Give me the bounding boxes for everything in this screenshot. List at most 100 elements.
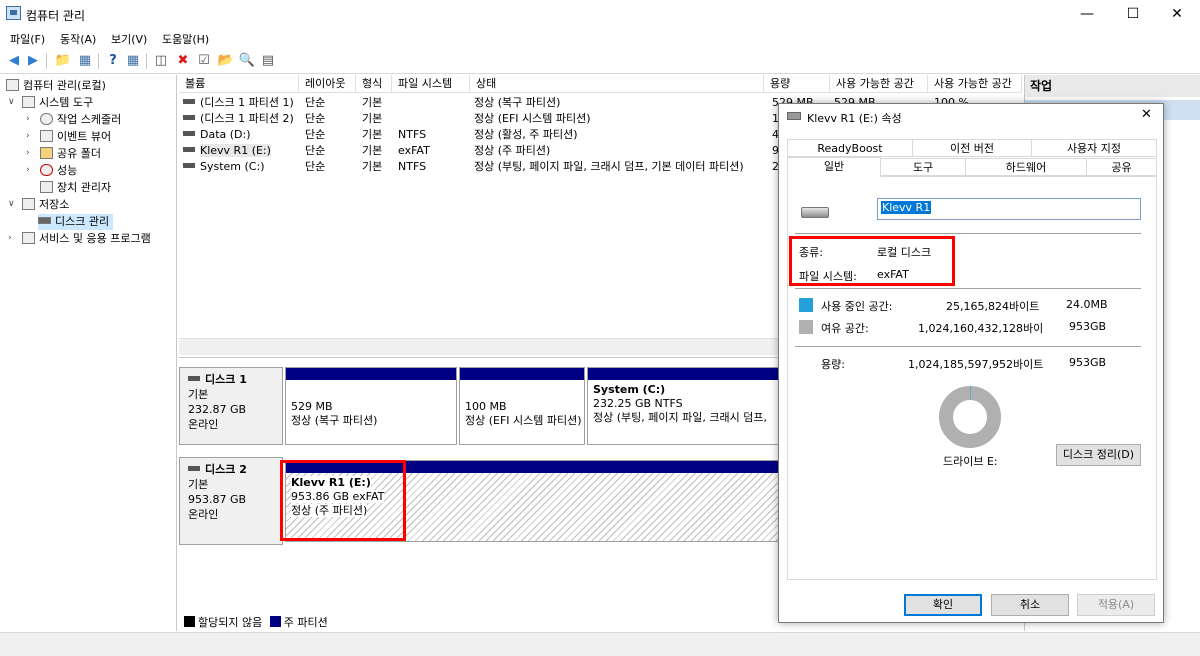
menu-view[interactable]: 보기(V) xyxy=(111,31,147,47)
tree-item-storage[interactable]: 저장소 xyxy=(22,197,69,213)
tab-readyboost[interactable]: ReadyBoost xyxy=(787,139,913,157)
properties-icon[interactable]: ▤ xyxy=(259,52,277,70)
show-action-pane-icon[interactable]: ▦ xyxy=(124,52,142,70)
menu-help[interactable]: 도움말(H) xyxy=(162,31,209,47)
column-volume[interactable]: 볼륨 xyxy=(179,75,299,93)
capacity-bytes: 1,024,185,597,952바이트 xyxy=(908,358,1044,371)
disk-1-label[interactable]: 디스크 1 기본 232.87 GB 온라인 xyxy=(179,367,283,445)
maximize-button[interactable]: ☐ xyxy=(1110,0,1156,28)
volume-name-input[interactable]: Klevv R1 xyxy=(877,198,1141,220)
tab-sharing[interactable]: 공유 xyxy=(1086,158,1157,176)
expand-icon[interactable]: › xyxy=(26,114,30,124)
device-manager-icon xyxy=(40,181,53,193)
column-status[interactable]: 상태 xyxy=(470,75,764,93)
disk-1-size: 232.87 GB xyxy=(188,403,247,416)
tab-tools[interactable]: 도구 xyxy=(880,158,966,176)
cancel-button[interactable]: 취소 xyxy=(991,594,1069,616)
drive-icon xyxy=(787,112,801,120)
partition-efi[interactable]: 100 MB 정상 (EFI 시스템 파티션) xyxy=(459,367,585,445)
column-free-percent[interactable]: 사용 가능한 공간 xyxy=(928,75,1022,93)
cell-layout: 단순 xyxy=(305,144,326,157)
volume-icon xyxy=(183,131,195,136)
used-space-size: 24.0MB xyxy=(1066,298,1108,311)
tree-item-root[interactable]: 컴퓨터 관리(로컬) xyxy=(6,78,106,94)
tree-item-services[interactable]: 서비스 및 응용 프로그램 xyxy=(22,231,151,247)
close-button[interactable]: ✕ xyxy=(1154,0,1200,28)
menu-bar: 파일(F) 동작(A) 보기(V) 도움말(H) xyxy=(0,28,1200,48)
disk-2-size: 953.87 GB xyxy=(188,493,247,506)
console-tree-icon[interactable]: ▦ xyxy=(76,52,94,70)
tree-item-device-manager[interactable]: 장치 관리자 xyxy=(40,180,111,196)
forward-arrow-icon[interactable]: ▶ xyxy=(24,52,42,70)
cell-layout: 단순 xyxy=(305,128,326,141)
check-icon[interactable]: ☑ xyxy=(195,52,213,70)
properties-dialog: Klevv R1 (E:) 속성 ✕ ReadyBoost 이전 버전 사용자 … xyxy=(778,103,1164,623)
computer-management-icon xyxy=(6,6,21,20)
cell-type: 기본 xyxy=(362,128,383,141)
tab-hardware[interactable]: 하드웨어 xyxy=(965,158,1087,176)
disk-2-kind: 기본 xyxy=(188,478,209,491)
help-icon[interactable]: ? xyxy=(104,52,122,70)
collapse-icon[interactable]: ∨ xyxy=(8,199,15,209)
column-free-space[interactable]: 사용 가능한 공간 xyxy=(830,75,928,93)
menu-action[interactable]: 동작(A) xyxy=(60,31,96,47)
capacity-size: 953GB xyxy=(1069,356,1107,369)
tree-item-shared-folders[interactable]: 공유 폴더 xyxy=(40,146,101,162)
apply-button[interactable]: 적용(A) xyxy=(1077,594,1155,616)
connect-icon[interactable]: ◫ xyxy=(152,52,170,70)
legend-primary: 주 파티션 xyxy=(283,616,328,629)
shared-folder-icon xyxy=(40,147,53,159)
column-layout[interactable]: 레이아웃 xyxy=(299,75,356,93)
tab-customize[interactable]: 사용자 지정 xyxy=(1031,139,1157,157)
navigation-tree: 컴퓨터 관리(로컬) ∨ 시스템 도구 › 작업 스케줄러 › 이벤트 뷰어 ›… xyxy=(0,75,177,631)
minimize-button[interactable]: — xyxy=(1064,0,1110,28)
tree-item-system-tools[interactable]: 시스템 도구 xyxy=(22,95,93,111)
tree-item-performance[interactable]: 성능 xyxy=(40,163,77,179)
disk-1-state: 온라인 xyxy=(188,418,219,431)
actions-header: 작업 xyxy=(1025,75,1200,97)
tree-item-task-scheduler[interactable]: 작업 스케줄러 xyxy=(40,112,121,128)
search-icon[interactable]: 🔍 xyxy=(238,52,256,70)
column-type[interactable]: 형식 xyxy=(356,75,392,93)
menu-file[interactable]: 파일(F) xyxy=(10,31,45,47)
used-space-label: 사용 중인 공간: xyxy=(821,300,893,313)
dialog-close-button[interactable]: ✕ xyxy=(1141,107,1152,122)
free-space-label: 여유 공간: xyxy=(821,322,869,335)
cell-type: 기본 xyxy=(362,96,383,109)
delete-icon[interactable]: ✖ xyxy=(174,52,192,70)
column-filesystem[interactable]: 파일 시스템 xyxy=(392,75,470,93)
folder-up-icon[interactable]: 📂 xyxy=(217,52,235,70)
storage-icon xyxy=(22,198,35,210)
volume-icon xyxy=(183,147,195,152)
drive-letter-label: 드라이브 E: xyxy=(943,455,998,468)
cell-status: 정상 (복구 파티션) xyxy=(474,96,561,109)
tree-item-event-viewer[interactable]: 이벤트 뷰어 xyxy=(40,129,111,145)
volume-icon xyxy=(183,115,195,120)
cell-fs: NTFS xyxy=(398,160,427,173)
disk-2-label[interactable]: 디스크 2 기본 953.87 GB 온라인 xyxy=(179,457,283,545)
tab-general[interactable]: 일반 xyxy=(787,157,881,177)
expand-icon[interactable]: › xyxy=(26,131,30,141)
status-bar xyxy=(0,632,1200,656)
partition-bar xyxy=(286,368,456,380)
collapse-icon[interactable]: ∨ xyxy=(8,97,15,107)
disk-icon xyxy=(188,466,200,471)
partition-recovery[interactable]: 529 MB 정상 (복구 파티션) xyxy=(285,367,457,445)
cell-fs: exFAT xyxy=(398,144,430,157)
expand-icon[interactable]: › xyxy=(8,233,12,243)
usage-donut-chart xyxy=(939,386,1001,448)
expand-icon[interactable]: › xyxy=(26,165,30,175)
partition-system-c[interactable]: System (C:) 232.25 GB NTFS 정상 (부팅, 페이지 파… xyxy=(587,367,779,445)
tree-item-disk-management[interactable]: 디스크 관리 xyxy=(38,214,114,230)
back-arrow-icon[interactable]: ◀ xyxy=(5,52,23,70)
expand-icon[interactable]: › xyxy=(26,148,30,158)
ok-button[interactable]: 확인 xyxy=(904,594,982,616)
up-folder-icon[interactable]: 📁 xyxy=(54,52,72,70)
toolbar: ◀ ▶ 📁 ▦ ? ▦ ◫ ✖ ☑ 📂 🔍 ▤ xyxy=(0,48,1200,74)
cell-layout: 단순 xyxy=(305,96,326,109)
disk-cleanup-button[interactable]: 디스크 정리(D) xyxy=(1056,444,1141,466)
column-capacity[interactable]: 용량 xyxy=(764,75,830,93)
tab-previous-versions[interactable]: 이전 버전 xyxy=(912,139,1032,157)
primary-swatch xyxy=(269,616,281,627)
disk-2-state: 온라인 xyxy=(188,508,219,521)
